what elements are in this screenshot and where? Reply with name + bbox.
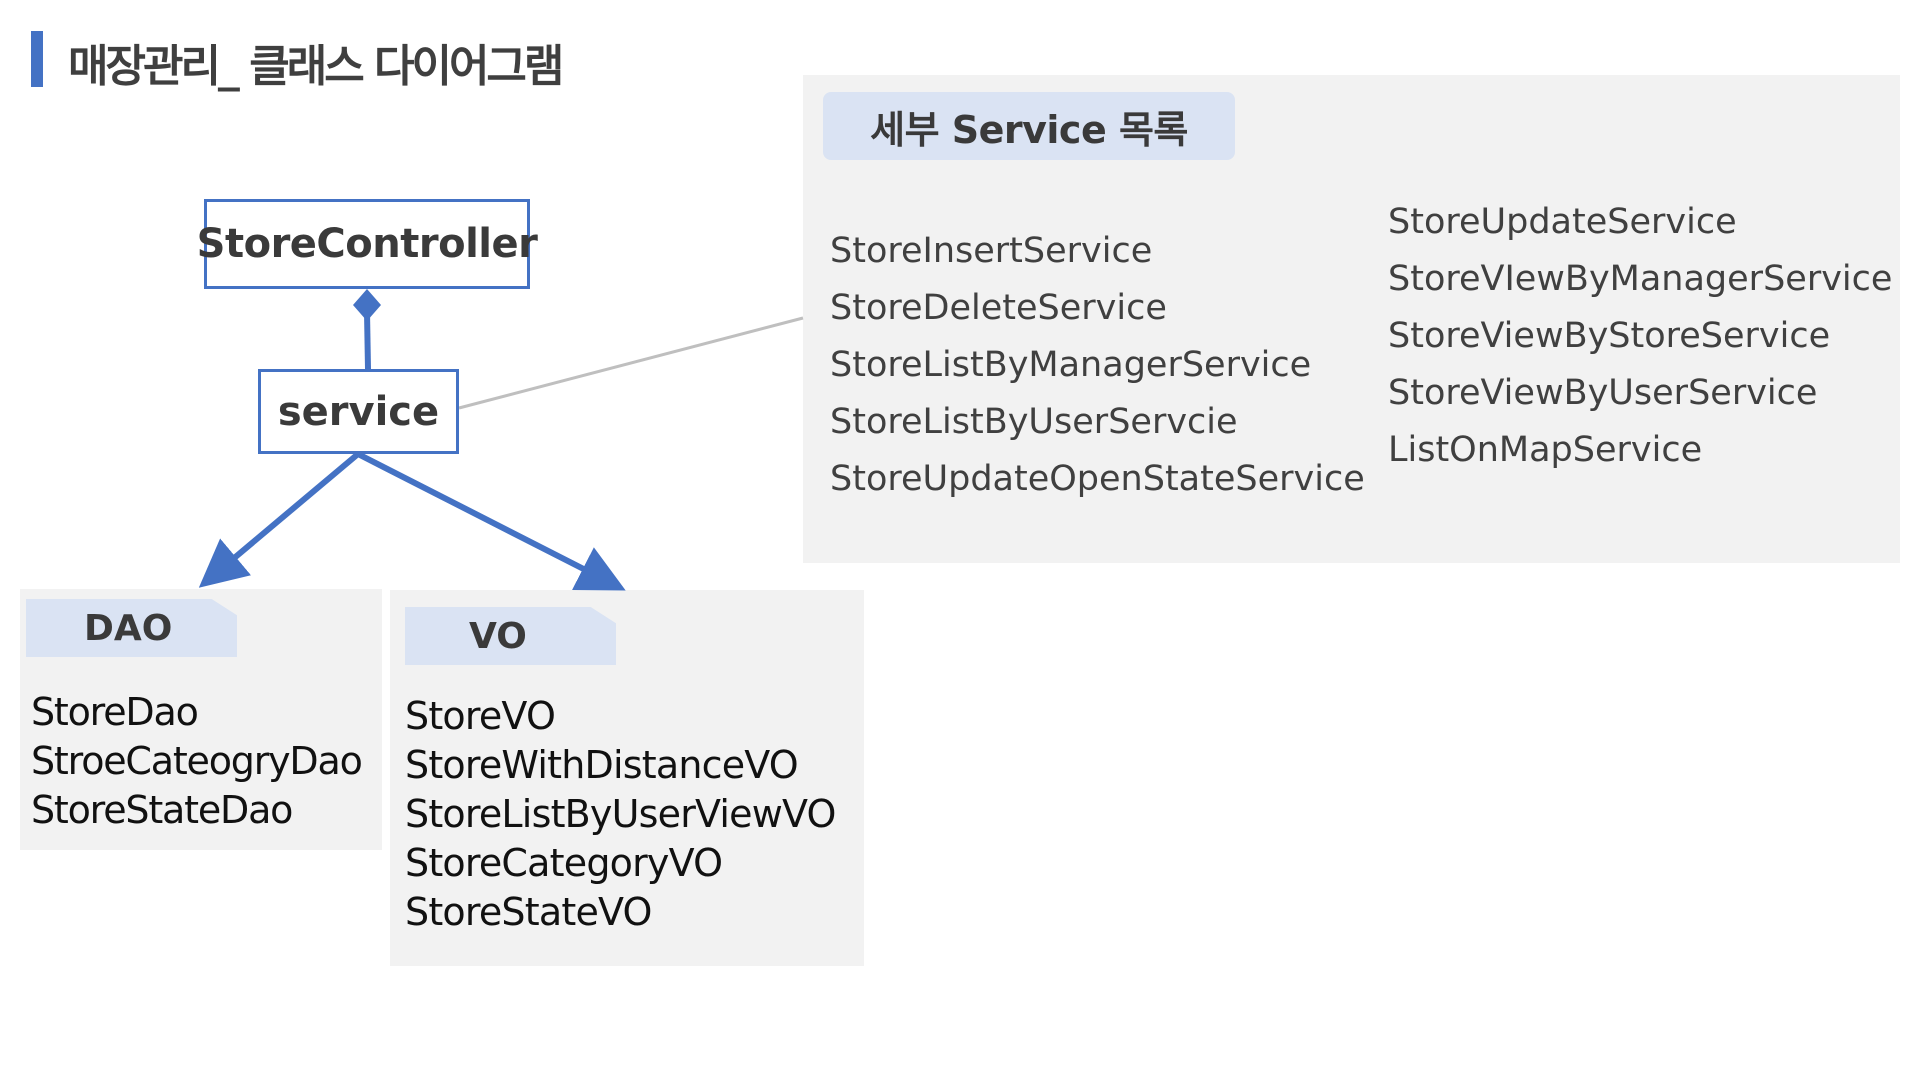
service-box: service (258, 369, 459, 454)
service-item: StoreListByManagerService (830, 345, 1312, 385)
service-item: StoreVIewByManagerService (1388, 259, 1893, 299)
vo-item: StoreVO (405, 694, 556, 738)
dao-item: StroeCateogryDao (31, 739, 363, 783)
service-list-column-1: StoreInsertService StoreDeleteService St… (830, 223, 1365, 508)
service-list-header: 세부 Service 목록 (823, 92, 1235, 160)
dao-item: StoreStateDao (31, 788, 293, 832)
service-label: service (277, 388, 440, 435)
dao-item: StoreDao (31, 690, 199, 734)
service-to-vo-arrow (356, 451, 626, 591)
service-item: ListOnMapService (1388, 430, 1703, 470)
vo-item: StoreWithDistanceVO (405, 743, 799, 787)
service-list-column-2: StoreUpdateService StoreVIewByManagerSer… (1388, 194, 1892, 479)
service-item: StoreListByUserServcie (830, 402, 1238, 442)
vo-item: StoreCategoryVO (405, 841, 723, 885)
service-to-dao-arrow (198, 451, 360, 588)
service-item: StoreInsertService (830, 231, 1153, 271)
service-item: StoreViewByStoreService (1388, 316, 1831, 356)
service-item: StoreDeleteService (830, 288, 1167, 328)
composition-diamond-icon (353, 289, 381, 321)
store-controller-box: StoreController (197, 199, 538, 289)
vo-header: VO (405, 607, 616, 665)
service-item: StoreUpdateOpenStateService (830, 459, 1365, 499)
dao-list: StoreDao StroeCateogryDao StoreStateDao (31, 688, 363, 835)
vo-list: StoreVO StoreWithDistanceVO StoreListByU… (405, 692, 836, 937)
service-item: StoreUpdateService (1388, 202, 1737, 242)
dao-header: DAO (26, 599, 237, 657)
diagram-connectors (198, 289, 804, 591)
service-item: StoreViewByUserService (1388, 373, 1818, 413)
service-detail-connector (458, 316, 804, 410)
store-controller-label: StoreController (196, 221, 538, 267)
vo-item: StoreStateVO (405, 890, 652, 934)
vo-item: StoreListByUserViewVO (405, 792, 836, 836)
